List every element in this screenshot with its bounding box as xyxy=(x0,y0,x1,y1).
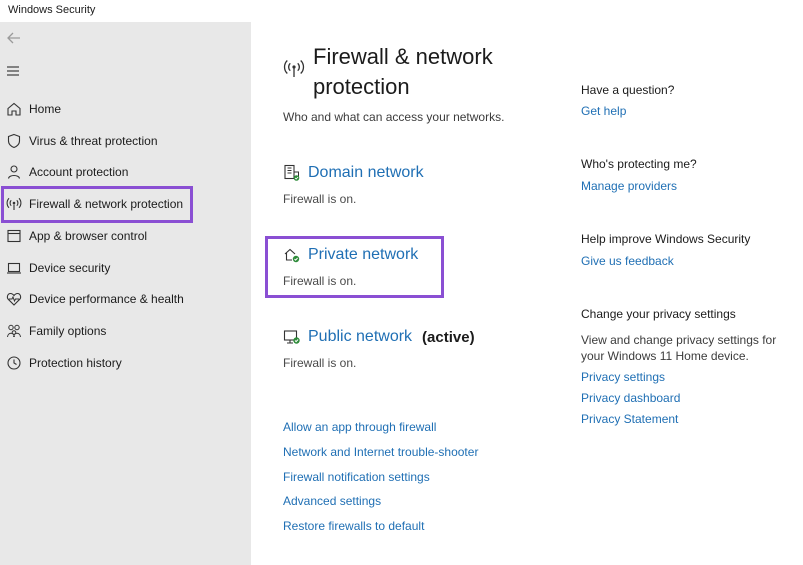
sidebar-item-home[interactable]: Home xyxy=(2,94,242,124)
sidebar-item-device-performance-health[interactable]: Device performance & health xyxy=(2,284,242,314)
sidebar-item-protection-history[interactable]: Protection history xyxy=(2,348,242,378)
heart-pulse-icon xyxy=(5,290,23,308)
sidebar-item-account-protection[interactable]: Account protection xyxy=(2,157,242,187)
sidebar-item-label: Account protection xyxy=(29,165,129,179)
sidebar-item-label: Protection history xyxy=(29,356,122,370)
page-subtitle: Who and what can access your networks. xyxy=(283,110,505,124)
family-icon xyxy=(5,322,23,340)
sidebar-item-device-security[interactable]: Device security xyxy=(2,253,242,283)
title-bar: Windows Security xyxy=(0,0,803,22)
app-browser-icon xyxy=(5,227,23,245)
history-icon xyxy=(5,354,23,372)
domain-network-link[interactable]: Domain network xyxy=(308,164,424,182)
sidebar-item-family-options[interactable]: Family options xyxy=(2,316,242,346)
notification-settings-link[interactable]: Firewall notification settings xyxy=(283,470,430,484)
manage-providers-link[interactable]: Manage providers xyxy=(581,179,677,193)
privacy-settings-link[interactable]: Privacy settings xyxy=(581,370,665,384)
privacy-dashboard-link[interactable]: Privacy dashboard xyxy=(581,391,680,405)
public-network-link[interactable]: Public network xyxy=(308,328,412,346)
public-network-status: Firewall is on. xyxy=(283,356,357,370)
public-network-icon xyxy=(283,328,301,346)
question-heading: Have a question? xyxy=(581,83,675,97)
domain-network-row[interactable]: Domain network xyxy=(283,164,424,182)
home-icon xyxy=(5,100,23,118)
allow-app-link[interactable]: Allow an app through firewall xyxy=(283,420,436,434)
sidebar-item-label: Virus & threat protection xyxy=(29,134,158,148)
sidebar-item-label: App & browser control xyxy=(29,229,148,243)
improve-heading: Help improve Windows Security xyxy=(581,232,751,246)
sidebar: Home Virus & threat protection Account p… xyxy=(0,22,251,565)
back-arrow-icon xyxy=(7,32,20,44)
public-network-row[interactable]: Public network (active) xyxy=(283,328,475,346)
protecting-heading: Who's protecting me? xyxy=(581,157,697,171)
sidebar-item-virus-threat-protection[interactable]: Virus & threat protection xyxy=(2,126,242,156)
sidebar-item-label: Device security xyxy=(29,261,111,275)
get-help-link[interactable]: Get help xyxy=(581,104,626,118)
domain-network-status: Firewall is on. xyxy=(283,192,357,206)
domain-network-icon xyxy=(283,164,301,182)
person-icon xyxy=(5,163,23,181)
shield-icon xyxy=(5,132,23,150)
private-network-highlight-box xyxy=(265,236,444,298)
back-button[interactable] xyxy=(4,29,24,47)
advanced-settings-link[interactable]: Advanced settings xyxy=(283,494,381,508)
active-badge: (active) xyxy=(422,328,475,346)
window-title: Windows Security xyxy=(8,4,96,16)
privacy-heading: Change your privacy settings xyxy=(581,307,736,321)
privacy-statement-link[interactable]: Privacy Statement xyxy=(581,412,678,426)
give-feedback-link[interactable]: Give us feedback xyxy=(581,254,674,268)
sidebar-item-label: Device performance & health xyxy=(29,292,184,306)
main-content: Firewall & network protection Who and wh… xyxy=(251,22,803,565)
selection-highlight-box xyxy=(1,186,193,223)
hamburger-icon xyxy=(7,66,19,76)
sidebar-item-label: Home xyxy=(29,102,62,116)
wifi-signal-icon xyxy=(283,59,305,79)
privacy-description: View and change privacy settings for you… xyxy=(581,333,777,363)
sidebar-item-app-browser-control[interactable]: App & browser control xyxy=(2,221,242,251)
laptop-icon xyxy=(5,259,23,277)
restore-defaults-link[interactable]: Restore firewalls to default xyxy=(283,519,424,533)
page-title: Firewall & network protection xyxy=(313,44,493,99)
sidebar-item-label: Family options xyxy=(29,324,107,338)
troubleshooter-link[interactable]: Network and Internet trouble-shooter xyxy=(283,445,478,459)
menu-button[interactable] xyxy=(4,62,24,80)
